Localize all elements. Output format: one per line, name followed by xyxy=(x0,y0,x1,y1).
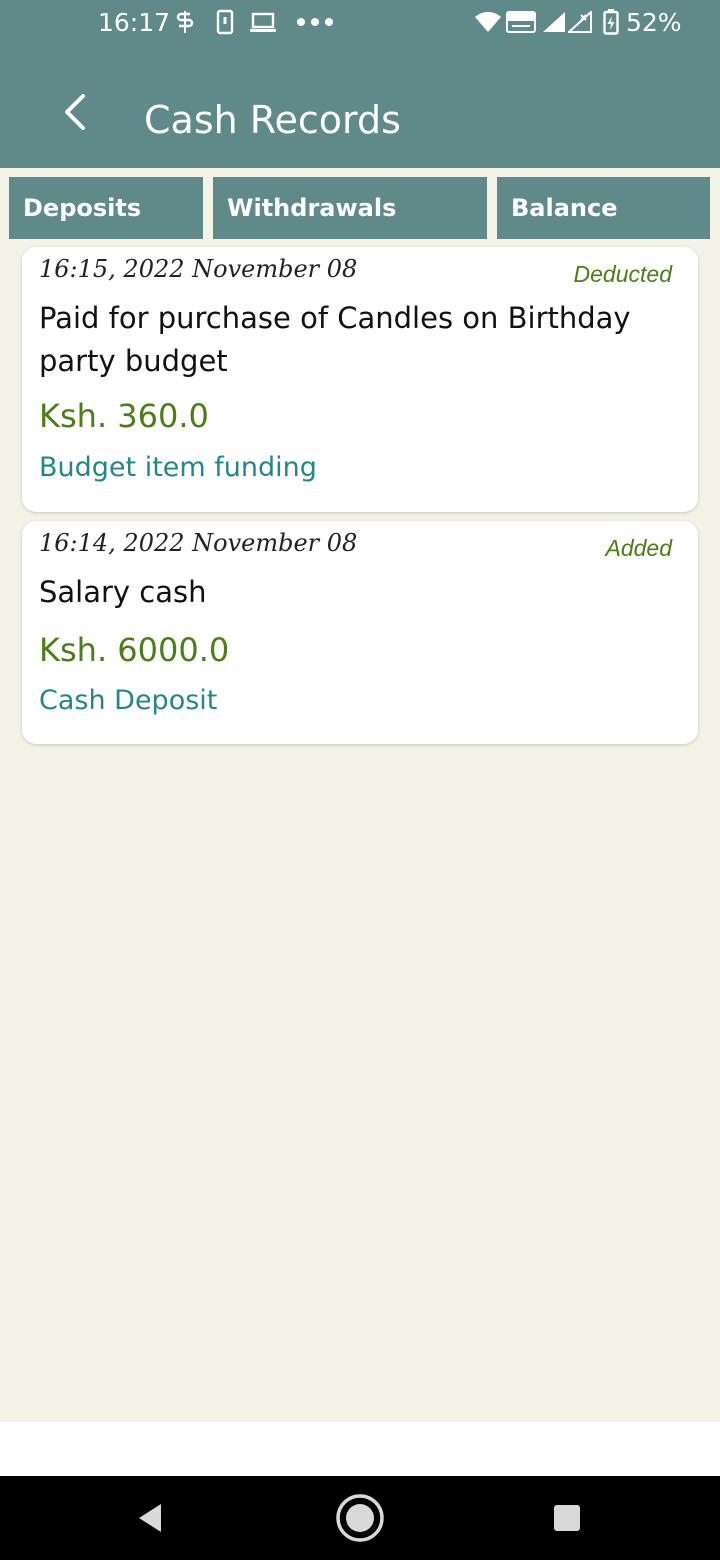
signal-x-icon xyxy=(568,9,592,35)
record-category: Budget item funding xyxy=(39,452,317,483)
battery-charging-icon xyxy=(602,9,620,35)
record-status: Added xyxy=(605,535,672,561)
laptop-icon xyxy=(248,9,278,35)
record-card[interactable]: 16:14, 2022 November 08 Added Salary cas… xyxy=(22,521,698,744)
record-datetime: 16:14, 2022 November 08 xyxy=(39,529,358,557)
battery-percent: 52% xyxy=(626,8,682,37)
bottom-blank-area xyxy=(0,1422,720,1476)
tab-deposits[interactable]: Deposits xyxy=(9,177,203,239)
nav-back-icon xyxy=(135,1502,165,1539)
volte-icon xyxy=(506,9,536,35)
record-amount: Ksh. 360.0 xyxy=(39,397,209,435)
tab-bar: Deposits Withdrawals Balance xyxy=(0,168,720,248)
nav-recents-button[interactable] xyxy=(543,1496,591,1544)
status-bar: 16:17 52% xyxy=(0,0,720,48)
status-time: 16:17 xyxy=(98,8,171,37)
wifi-icon xyxy=(474,9,502,35)
record-category: Cash Deposit xyxy=(39,685,218,716)
record-status: Deducted xyxy=(573,261,672,287)
record-description: Paid for purchase of Candles on Birthday… xyxy=(39,301,631,378)
nav-home-icon xyxy=(336,1493,384,1547)
back-arrow-icon xyxy=(61,93,91,136)
nav-recents-icon xyxy=(553,1504,581,1537)
app-bar: Cash Records xyxy=(0,48,720,168)
nav-home-button[interactable] xyxy=(336,1493,384,1547)
record-datetime: 16:15, 2022 November 08 xyxy=(39,255,358,283)
signal-icon xyxy=(542,9,566,35)
more-dots-icon xyxy=(296,9,334,35)
page-title: Cash Records xyxy=(144,98,401,142)
sync-icon xyxy=(174,9,196,35)
system-nav-bar xyxy=(0,1476,720,1560)
record-card[interactable]: 16:15, 2022 November 08 Deducted Paid fo… xyxy=(22,247,698,512)
tab-balance[interactable]: Balance xyxy=(497,177,710,239)
nav-back-button[interactable] xyxy=(126,1496,174,1544)
phone-screen-icon xyxy=(214,9,236,35)
record-description: Salary cash xyxy=(39,575,207,609)
back-button[interactable] xyxy=(50,88,102,140)
tab-withdrawals[interactable]: Withdrawals xyxy=(213,177,487,239)
record-amount: Ksh. 6000.0 xyxy=(39,631,230,669)
